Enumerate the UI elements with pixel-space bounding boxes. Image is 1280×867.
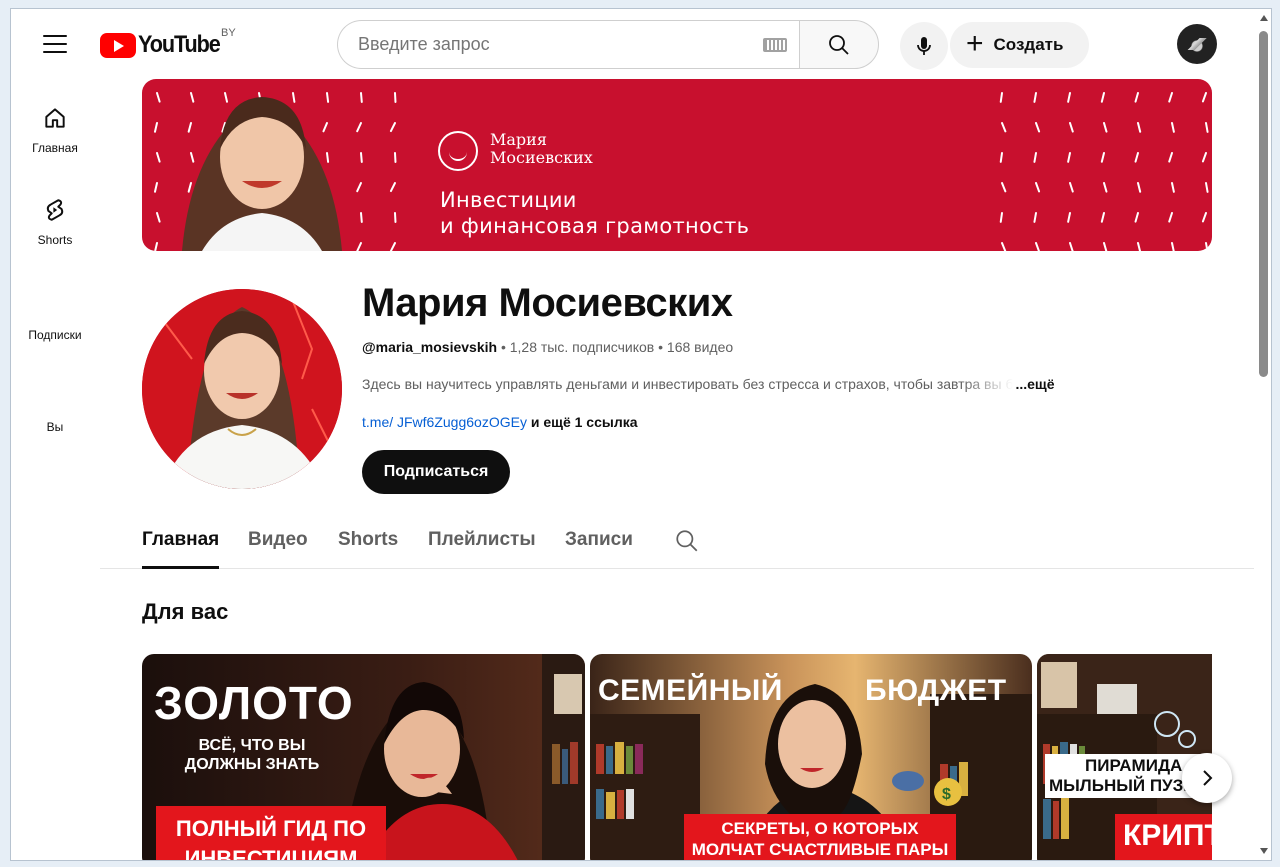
description-text: Здесь вы научитесь управлять деньгами и … (362, 376, 1014, 392)
youtube-logo[interactable]: YouTube BY (100, 27, 236, 58)
microphone-icon (917, 37, 931, 55)
banner-name: Мария Мосиевских (490, 130, 593, 167)
search-box (337, 20, 799, 69)
sidebar-item-label: Главная (32, 141, 78, 155)
voice-search-button[interactable] (900, 22, 948, 70)
sidebar-item-shorts[interactable]: Shorts (11, 197, 99, 247)
region-code: BY (221, 27, 236, 39)
sidebar-item-label: Shorts (37, 233, 73, 247)
account-avatar[interactable] (1177, 24, 1217, 64)
video-headline: ЗОЛОТО (154, 677, 354, 729)
sidebar-item-label: Подписки (28, 328, 82, 342)
carousel-next-button[interactable] (1182, 753, 1232, 803)
create-label: Создать (993, 35, 1064, 54)
search-button[interactable] (799, 20, 879, 69)
sidebar-item-you[interactable]: Вы (11, 420, 99, 434)
tab-home[interactable]: Главная (142, 517, 220, 569)
subscribe-button[interactable]: Подписаться (362, 450, 510, 494)
banner-logo-icon (438, 131, 478, 171)
tab-playlists[interactable]: Плейлисты (428, 517, 536, 569)
menu-icon[interactable] (43, 35, 67, 53)
plus-icon: + (966, 26, 984, 60)
scroll-thumb[interactable] (1259, 31, 1268, 377)
banner-tagline: Инвестиции и финансовая грамотность (440, 188, 750, 238)
tab-posts[interactable]: Записи (565, 517, 633, 569)
search-bar (337, 20, 879, 69)
video-thumbnail[interactable]: ЗОЛОТО ВСЁ, ЧТО ВЫ ДОЛЖНЫ ЗНАТЬ ПОЛНЫЙ Г… (142, 654, 585, 860)
channel-title: Мария Мосиевских (362, 281, 733, 325)
sidebar-item-subscriptions[interactable]: Подписки (11, 328, 99, 342)
search-icon (829, 34, 849, 55)
section-title: Для вас (142, 599, 229, 624)
logo-text: YouTube (138, 31, 221, 58)
sidebar-item-label: Вы (46, 420, 64, 434)
separator: • (654, 339, 667, 355)
vertical-scrollbar[interactable] (1255, 9, 1271, 860)
video-badge: СЕКРЕТЫ, О КОТОРЫХ МОЛЧАТ СЧАСТЛИВЫЕ ПАР… (684, 814, 956, 860)
video-badge: КРИПТ (1115, 814, 1212, 860)
channel-links: t.me/ JFwf6Zugg6ozOGEy и ещё 1 ссылка (362, 414, 638, 430)
channel-avatar-portrait (142, 289, 342, 489)
create-button[interactable]: + Создать (950, 22, 1089, 68)
channel-tabs: Главная Видео Shorts Плейлисты Записи (100, 517, 1254, 569)
channel-handle: @maria_mosievskih (362, 339, 498, 355)
scroll-down-arrow-icon[interactable] (1260, 848, 1268, 854)
scroll-up-arrow-icon[interactable] (1260, 15, 1268, 21)
home-icon (45, 108, 65, 128)
separator: • (497, 339, 510, 355)
video-badge: ПОЛНЫЙ ГИД ПО ИНВЕСТИЦИЯМ (156, 806, 386, 860)
video-thumbnail[interactable]: ПИРАМИДА МЫЛЬНЫЙ ПУЗЫРЬ КРИПТ (1037, 654, 1212, 860)
more-links[interactable]: и ещё 1 ссылка (527, 414, 638, 430)
channel-search-icon[interactable] (674, 528, 700, 554)
youtube-play-icon (100, 32, 136, 58)
tab-shorts[interactable]: Shorts (338, 517, 398, 569)
shorts-icon (46, 199, 64, 221)
video-subheadline: ВСЁ, ЧТО ВЫ ДОЛЖНЫ ЗНАТЬ (184, 737, 320, 773)
search-input[interactable] (358, 34, 763, 55)
description-more[interactable]: ...ещё (1015, 376, 1054, 392)
sidebar-item-home[interactable]: Главная (11, 105, 99, 155)
subscriber-count: 1,28 тыс. подписчиков (509, 339, 655, 355)
video-headline-right: БЮДЖЕТ (865, 674, 1007, 707)
channel-meta: @maria_mosievskih • 1,28 тыс. подписчико… (362, 339, 733, 355)
svg-text:$: $ (942, 786, 951, 803)
banner-portrait (182, 97, 342, 251)
tab-videos[interactable]: Видео (248, 517, 308, 569)
chevron-right-icon (1203, 770, 1213, 786)
channel-avatar[interactable] (142, 289, 342, 489)
browser-window: YouTube BY + Создать Главная (10, 8, 1272, 861)
channel-link[interactable]: t.me/ JFwf6Zugg6ozOGEy (362, 414, 527, 430)
video-count: 168 видео (666, 339, 734, 355)
video-headline-left: СЕМЕЙНЫЙ (598, 674, 783, 707)
channel-description[interactable]: Здесь вы научитесь управлять деньгами и … (362, 376, 1122, 392)
channel-banner: Мария Мосиевских Инвестиции и финансовая… (142, 79, 1212, 251)
keyboard-icon[interactable] (763, 37, 787, 52)
video-thumbnail[interactable]: $ СЕМЕЙНЫЙ БЮДЖЕТ СЕКРЕТЫ, О КОТОРЫХ МОЛ… (590, 654, 1032, 860)
